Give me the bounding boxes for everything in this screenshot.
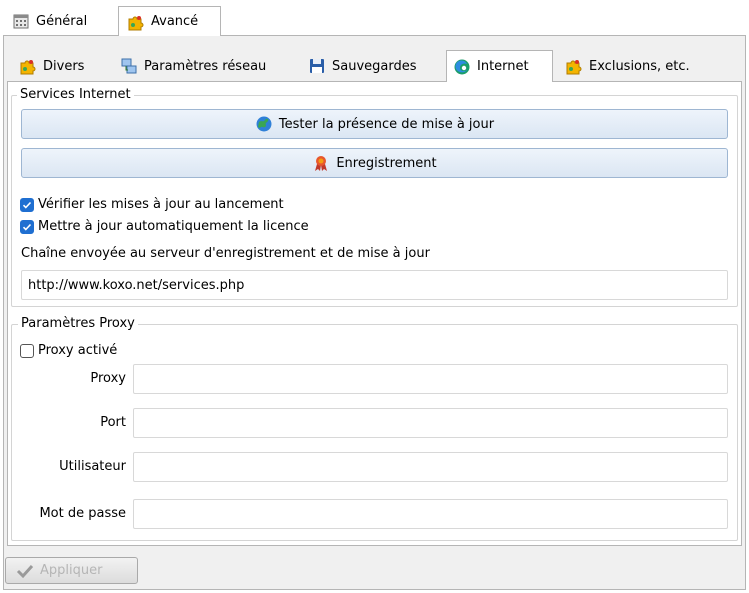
tab-avance[interactable]: Avancé xyxy=(118,6,221,36)
proxy-enabled-label: Proxy activé xyxy=(38,343,118,358)
tab-exclusions[interactable]: Exclusions, etc. xyxy=(559,50,696,82)
checkmark-icon xyxy=(16,562,34,580)
proxy-enabled-checkbox[interactable] xyxy=(20,343,34,358)
proxy-port-field[interactable] xyxy=(133,408,728,438)
proxy-host-field[interactable] xyxy=(133,364,728,394)
services-internet-title: Services Internet xyxy=(17,87,134,102)
puzzle-icon xyxy=(127,13,145,31)
register-button[interactable]: Enregistrement xyxy=(21,148,728,178)
register-label: Enregistrement xyxy=(336,155,437,171)
browser-icon xyxy=(453,58,471,76)
url-caption: Chaîne envoyée au serveur d'enregistreme… xyxy=(21,246,430,261)
test-update-label: Tester la présence de mise à jour xyxy=(278,116,495,132)
award-ribbon-icon xyxy=(312,154,330,172)
tab-exclusions-label: Exclusions, etc. xyxy=(589,58,690,74)
check-updates-checkbox[interactable] xyxy=(20,197,34,212)
check-updates-option[interactable]: Vérifier les mises à jour au lancement xyxy=(20,197,284,212)
service-url-value: http://www.koxo.net/services.php xyxy=(28,277,245,293)
proxy-password-label: Mot de passe xyxy=(39,506,126,521)
tab-sauvegardes-label: Sauvegardes xyxy=(332,58,417,74)
service-url-field[interactable]: http://www.koxo.net/services.php xyxy=(21,270,728,300)
tab-parametres-reseau-label: Paramètres réseau xyxy=(144,58,267,74)
apply-button[interactable]: Appliquer xyxy=(5,557,138,584)
auto-license-label: Mettre à jour automatiquement la licence xyxy=(38,219,309,234)
tab-sauvegardes[interactable]: Sauvegardes xyxy=(302,50,423,82)
globe-icon xyxy=(255,115,273,133)
test-update-button[interactable]: Tester la présence de mise à jour xyxy=(21,109,728,139)
tab-internet[interactable]: Internet xyxy=(446,50,553,82)
network-icon xyxy=(120,57,138,75)
proxy-group-title: Paramètres Proxy xyxy=(18,316,138,331)
proxy-host-label: Proxy xyxy=(90,371,126,386)
proxy-port-label: Port xyxy=(100,415,126,430)
tab-general-label: Général xyxy=(36,13,88,29)
tab-divers[interactable]: Divers xyxy=(13,50,90,82)
check-updates-label: Vérifier les mises à jour au lancement xyxy=(38,197,284,212)
tab-parametres-reseau[interactable]: Paramètres réseau xyxy=(114,50,272,82)
proxy-enabled-option[interactable]: Proxy activé xyxy=(20,343,117,358)
tab-avance-label: Avancé xyxy=(151,14,199,29)
tab-general[interactable]: Général xyxy=(4,6,95,36)
auto-license-option[interactable]: Mettre à jour automatiquement la licence xyxy=(20,219,309,234)
tab-internet-label: Internet xyxy=(477,59,529,74)
proxy-password-field[interactable] xyxy=(133,499,728,529)
puzzle-icon xyxy=(19,57,37,75)
floppy-disk-icon xyxy=(308,57,326,75)
auto-license-checkbox[interactable] xyxy=(20,219,34,234)
apply-label: Appliquer xyxy=(40,563,103,578)
puzzle-icon xyxy=(565,57,583,75)
proxy-user-label: Utilisateur xyxy=(59,459,126,474)
tab-divers-label: Divers xyxy=(43,58,85,74)
proxy-user-field[interactable] xyxy=(133,452,728,482)
calendar-icon xyxy=(12,12,30,30)
